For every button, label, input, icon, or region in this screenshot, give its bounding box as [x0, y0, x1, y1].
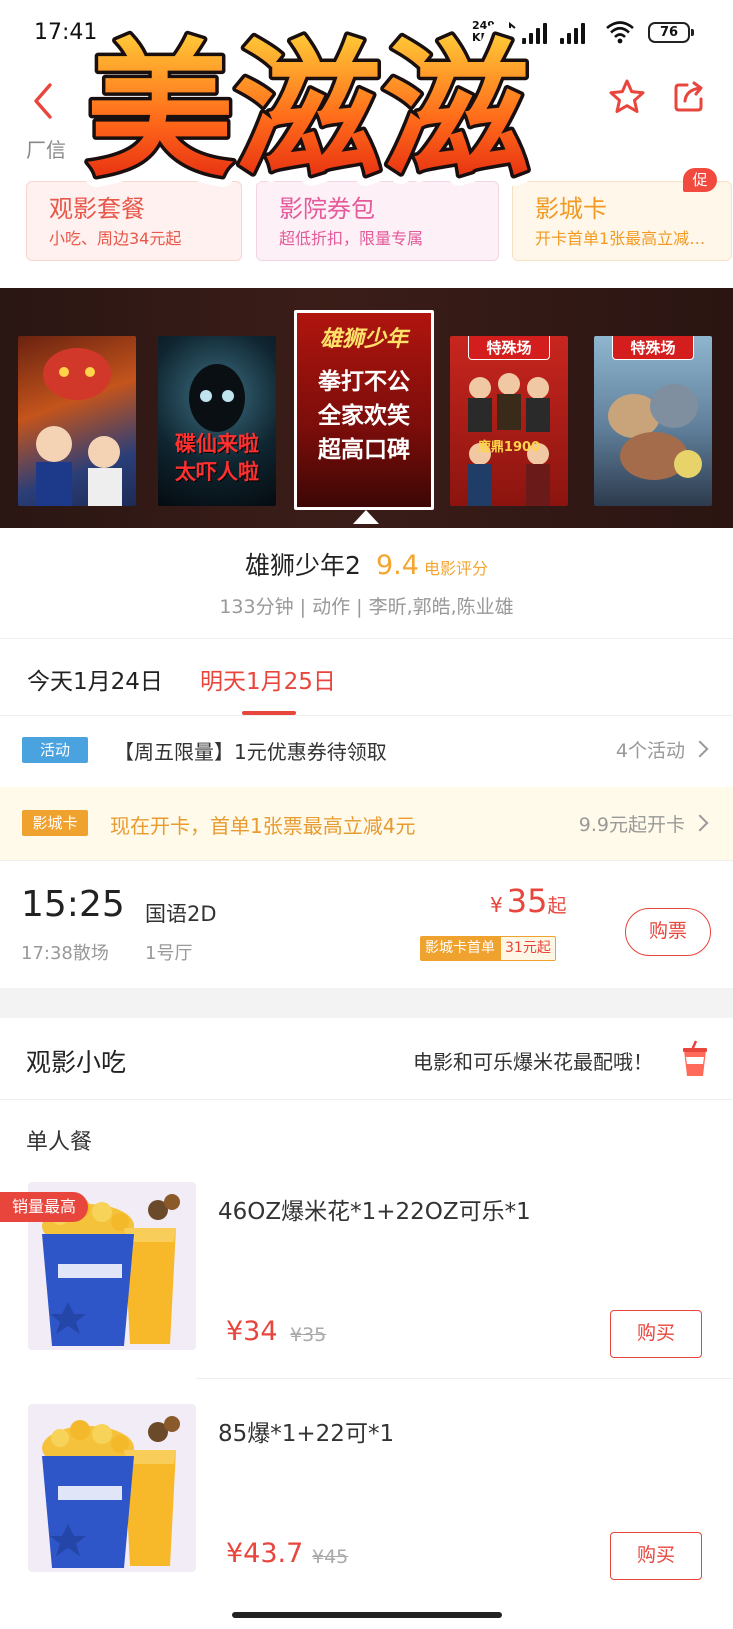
poster-horror[interactable]: 碟仙来啦 太吓人啦: [158, 336, 276, 506]
chevron-right-icon: [691, 740, 709, 758]
battery-indicator: 76: [648, 22, 694, 43]
showtime-start: 15:25: [21, 884, 125, 925]
cinema-card-row[interactable]: 影城卡 现在开卡，首单1张票最高立减4元 9.9元起开卡: [0, 787, 733, 860]
wifi-icon: [606, 21, 634, 44]
buy-button[interactable]: 购买: [610, 1532, 702, 1580]
activity-text: 【周五限量】1元优惠券待领取: [114, 740, 387, 764]
poster-carousel[interactable]: 碟仙来啦 太吓人啦 雄狮少年 拳打不公 全家欢笑 超高口碑 鹿鼎1900 特殊场…: [0, 288, 733, 528]
poster-xiongshi-selected[interactable]: 雄狮少年 拳打不公 全家欢笑 超高口碑: [294, 310, 434, 510]
poster-title-art: 鹿鼎1900: [477, 440, 541, 455]
snack-price: ¥43.7: [226, 1538, 304, 1569]
promo-subtitle: 超低折扣，限量专属: [279, 229, 424, 248]
movie-meta: 133分钟 | 动作 | 李昕,郭皓,陈业雄: [219, 596, 514, 618]
showtime-end: 17:38散场: [21, 943, 109, 964]
showtime-language: 国语2D: [145, 902, 217, 926]
activity-count: 4个活动: [615, 740, 685, 762]
showtime-hall: 1号厅: [145, 943, 193, 964]
snacks-title: 观影小吃: [26, 1048, 127, 1077]
poster-pointer: [353, 510, 379, 524]
snack-item[interactable]: 销量最高 46OZ爆米花*1+22OZ可乐*1 ¥34 ¥35 购买: [0, 1182, 733, 1402]
price-suffix: 起: [547, 895, 567, 917]
single-meal-title: 单人餐: [26, 1130, 93, 1155]
buy-ticket-button[interactable]: 购票: [625, 908, 711, 956]
poster-special-2[interactable]: 特殊场: [594, 336, 712, 506]
card-badge: 影城卡: [22, 810, 88, 836]
card-price-label: 影城卡首单: [420, 936, 500, 961]
svg-text:美滋滋: 美滋滋: [86, 25, 530, 197]
promo-title: 影城卡: [535, 195, 607, 223]
tab-today[interactable]: 今天1月24日: [27, 662, 163, 696]
buy-button[interactable]: 购买: [610, 1310, 702, 1358]
price-value: 35: [506, 882, 548, 920]
back-icon[interactable]: [30, 82, 60, 120]
showtime-row[interactable]: 15:25 17:38散场 国语2D 1号厅 ¥35起 影城卡首单 31元起 购票: [0, 862, 733, 988]
section-gap: [0, 988, 733, 1018]
movie-score-label: 电影评分: [424, 559, 489, 578]
promo-subtitle: 开卡首单1张最高立减4元: [535, 229, 709, 248]
snack-name: 46OZ爆米花*1+22OZ可乐*1: [218, 1199, 531, 1225]
chevron-right-icon: [691, 814, 709, 832]
snacks-slogan: 电影和可乐爆米花最配哦！: [413, 1050, 653, 1074]
signal-icon: [560, 22, 588, 44]
activity-badge: 活动: [22, 737, 88, 763]
snack-item[interactable]: 85爆*1+22可*1 ¥43.7 ¥45 购买: [0, 1404, 733, 1624]
snack-image: [28, 1404, 196, 1572]
poster-text: 拳打不公 全家欢笑 超高口碑: [318, 369, 410, 463]
popcorn-combo-art: [42, 1416, 180, 1568]
movie-title: 雄狮少年2: [244, 551, 361, 580]
star-icon[interactable]: [608, 78, 646, 116]
price-currency: ¥: [490, 893, 503, 917]
promo-subtitle: 小吃、周边34元起: [49, 229, 182, 248]
card-price-tag: 影城卡首单 31元起: [420, 936, 556, 961]
poster-title-art: 雄狮少年: [319, 327, 408, 352]
movie-title-row: 雄狮少年2 9.4 电影评分: [0, 546, 733, 582]
poster-art: [608, 384, 702, 480]
poster-text: 碟仙来啦 太吓人啦: [175, 432, 259, 484]
snack-original-price: ¥35: [290, 1324, 327, 1346]
cup-icon: [683, 1040, 707, 1076]
poster-art: [36, 348, 122, 506]
card-price-value: 31元起: [500, 936, 556, 961]
divider: [0, 860, 733, 861]
showtime-price: ¥35起: [490, 882, 566, 920]
tab-tomorrow[interactable]: 明天1月25日: [200, 662, 336, 696]
divider: [196, 1378, 733, 1379]
poster-special-1[interactable]: 鹿鼎1900 特殊场: [450, 336, 568, 506]
divider: [0, 638, 733, 639]
snack-name: 85爆*1+22可*1: [218, 1421, 395, 1447]
overlay-watermark: 美滋滋 美滋滋: [75, 14, 541, 208]
poster-tag: 特殊场: [468, 336, 550, 360]
divider: [0, 1099, 733, 1100]
poster-detective-conan[interactable]: [18, 336, 136, 506]
promo-badge: 促: [683, 168, 717, 192]
activity-row[interactable]: 活动 【周五限量】1元优惠券待领取 4个活动: [0, 715, 733, 787]
poster-tag: 特殊场: [612, 336, 694, 360]
poster-art: [468, 373, 550, 506]
home-indicator[interactable]: [232, 1612, 502, 1618]
card-price: 9.9元起开卡: [578, 814, 685, 836]
movie-score: 9.4: [375, 550, 419, 581]
snack-price: ¥34: [226, 1316, 278, 1347]
share-icon[interactable]: [672, 80, 706, 114]
snack-tag: 销量最高: [0, 1192, 88, 1222]
card-text: 现在开卡，首单1张票最高立减4元: [110, 814, 416, 838]
snack-original-price: ¥45: [312, 1546, 349, 1568]
